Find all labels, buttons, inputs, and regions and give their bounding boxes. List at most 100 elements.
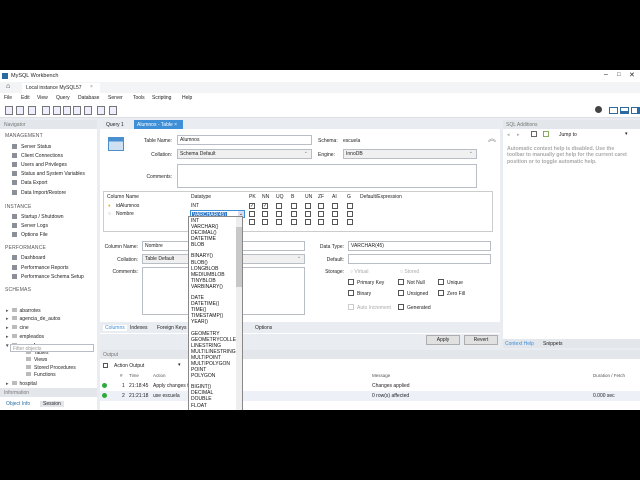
toolbar-button-1-icon[interactable] [5,106,13,115]
collapsed-arrow-icon[interactable]: ▸ [6,381,9,387]
checkbox-box[interactable] [438,279,444,285]
new-row-checkbox[interactable] [318,219,324,225]
nav-item-data-export[interactable]: Data Export [12,180,47,186]
schema-object-views[interactable]: Views [26,357,47,363]
checkbox-box[interactable] [398,304,404,310]
new-row-checkbox[interactable] [262,219,268,225]
toggle-secondary-sidebar-icon[interactable] [631,107,640,114]
flag-uq-checkbox[interactable] [276,211,282,217]
revert-button[interactable]: Revert [464,335,498,345]
toolbar-button-7-icon[interactable] [73,106,81,115]
apply-button[interactable]: Apply [426,335,460,345]
flag-pk-checkbox[interactable] [249,211,255,217]
schema-hospital[interactable]: ▸ hospital [6,381,37,387]
menu-help[interactable]: Help [182,95,192,101]
dropdown-scrollbar[interactable] [236,217,242,410]
schema-abarrotes[interactable]: ▸ abarrotes [6,308,41,314]
flag-pk-checkbox[interactable]: ✓ [249,203,255,209]
primary-key-checkbox[interactable]: Primary Key [348,279,384,286]
auto-increment-checkbox[interactable]: Auto Increment [348,304,391,311]
collapse-chevron-icon[interactable]: ︽ [488,133,496,144]
table-name-input[interactable]: Alumnos [177,135,312,145]
back-icon[interactable]: ◂ [507,132,510,138]
connection-tab[interactable]: Local instance MySQL57 × [22,83,100,93]
manual-help-icon[interactable] [531,131,537,137]
flag-zf-checkbox[interactable] [318,203,324,209]
nav-item-data-import-restore[interactable]: Data Import/Restore [12,190,66,196]
tab-options[interactable]: Options [255,325,272,331]
new-row-checkbox[interactable] [305,219,311,225]
output-type-select[interactable]: Action Output [114,363,144,369]
chevron-down-icon[interactable]: ▾ [178,362,181,368]
expanded-arrow-icon[interactable]: ▾ [6,343,9,349]
tab-session[interactable]: Session [40,401,64,407]
collapsed-arrow-icon[interactable]: ▸ [6,325,9,331]
toolbar-button-10-icon[interactable] [109,106,117,115]
menu-view[interactable]: View [37,95,48,101]
collapsed-arrow-icon[interactable]: ▸ [6,334,9,340]
new-row-checkbox[interactable] [291,219,297,225]
new-row-checkbox[interactable] [276,219,282,225]
dropdown-option-float[interactable]: FLOAT [189,403,238,409]
auto-help-toggle-icon[interactable] [543,131,549,137]
radio-virtual[interactable]: ○ Virtual [350,269,369,275]
flag-nn-checkbox[interactable] [262,211,268,217]
toolbar-button-8-icon[interactable] [84,106,92,115]
flag-uq-checkbox[interactable] [276,203,282,209]
datatype-cell[interactable]: INT [191,203,199,209]
menu-server[interactable]: Server [108,95,123,101]
minimize-button[interactable]: – [604,71,608,78]
tab-alumnos-table[interactable]: Alumnos - Table × [134,120,183,129]
nav-item-users-and-privileges[interactable]: Users and Privileges [12,162,67,168]
flag-b-checkbox[interactable] [291,211,297,217]
checkbox-box[interactable] [348,290,354,296]
checkbox-box[interactable] [398,279,404,285]
menu-tools[interactable]: Tools [133,95,145,101]
table-comments-input[interactable] [177,164,477,188]
nav-item-performance-reports[interactable]: Performance Reports [12,265,69,271]
toolbar-button-9-icon[interactable] [97,106,105,115]
close-tab-icon[interactable]: × [90,84,93,90]
unsigned-checkbox[interactable]: Unsigned [398,290,428,297]
schema-agencia-de-autos[interactable]: ▸ agencia_de_autos [6,316,60,322]
chevron-down-icon[interactable]: ▾ [625,131,628,137]
flag-ai-checkbox[interactable] [332,211,338,217]
datatype-dropdown-list[interactable]: INT VARCHAR() DECIMAL() DATETIME BLOB BINARY(… [188,216,243,410]
engine-select[interactable]: InnoDB [343,149,477,159]
home-icon[interactable]: ⌂ [6,83,10,90]
schema-object-stored-procedures[interactable]: Stored Procedures [26,365,76,371]
new-row-checkbox[interactable] [332,219,338,225]
nav-item-startup-shutdown[interactable]: Startup / Shutdown [12,214,64,220]
toggle-output-icon[interactable] [620,107,629,114]
collapsed-arrow-icon[interactable]: ▸ [6,316,9,322]
flag-nn-checkbox[interactable]: ✓ [262,203,268,209]
nav-item-client-connections[interactable]: Client Connections [12,153,63,159]
flag-b-checkbox[interactable] [291,203,297,209]
tab-columns[interactable]: Columns [103,325,127,331]
radio-stored[interactable]: ○ Stored [400,269,419,275]
toolbar-button-2-icon[interactable] [16,106,24,115]
menu-scripting[interactable]: Scripting [152,95,171,101]
nav-item-server-status[interactable]: Server Status [12,144,51,150]
toolbar-button-4-icon[interactable] [42,106,50,115]
table-row[interactable]: ♦ idAlumnos INT ✓ ✓ [104,202,492,210]
zero-fill-checkbox[interactable]: Zero Fill [438,290,465,297]
tab-query-1[interactable]: Query 1 [103,121,127,129]
tab-indexes[interactable]: Indexes [130,325,148,331]
tab-context-help[interactable]: Context Help [505,341,534,347]
toolbar-button-6-icon[interactable] [63,106,71,115]
nav-item-performance-schema-setup[interactable]: Performance Schema Setup [12,274,84,280]
binary-checkbox[interactable]: Binary [348,290,371,297]
flag-ai-checkbox[interactable] [332,203,338,209]
checkbox-box[interactable] [348,279,354,285]
dropdown-option-multilinestring[interactable]: MULTILINESTRING [189,349,238,355]
schema-empleados[interactable]: ▸ empleados [6,334,44,340]
menu-file[interactable]: File [4,95,12,101]
menu-query[interactable]: Query [56,95,70,101]
close-tab-icon[interactable]: × [174,122,177,128]
output-row[interactable]: 1 21:18:45 Apply changes to... Changes appl… [100,381,640,391]
unique-checkbox[interactable]: Unique [438,279,463,286]
new-row-checkbox[interactable] [347,219,353,225]
close-button[interactable]: ✕ [629,71,635,79]
output-row[interactable]: 2 21:21:18 use escuela 0 row(s) affected 0.0… [100,391,640,401]
